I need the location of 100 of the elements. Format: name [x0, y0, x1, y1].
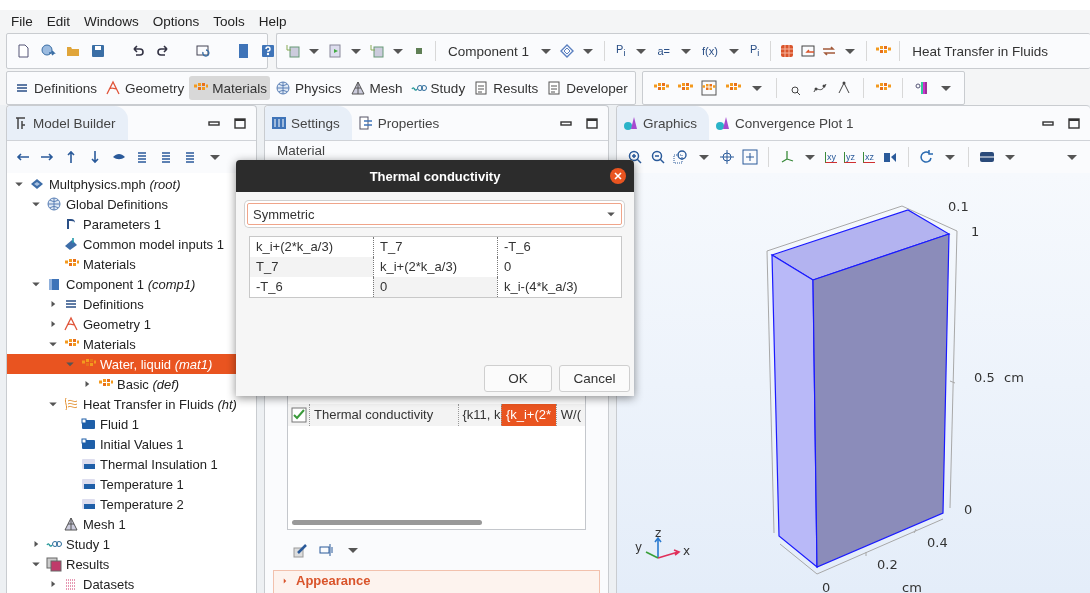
ribbon-tab[interactable]: Developer — [543, 76, 631, 100]
menu-item[interactable]: Tools — [206, 13, 252, 29]
matrix-cell[interactable]: T_7 — [250, 257, 373, 277]
table-cell[interactable]: {k_i+(2* — [500, 404, 556, 426]
type-dropdown[interactable]: Symmetric — [247, 203, 622, 225]
results-icon — [46, 556, 62, 572]
tree-item[interactable]: Thermal Insulation 1 — [7, 454, 256, 474]
menu-item[interactable]: Edit — [39, 13, 78, 29]
panel-tab[interactable]: Graphics — [617, 106, 710, 140]
matrix-cell[interactable]: -T_6 — [497, 237, 621, 257]
maximize-icon[interactable] — [1066, 115, 1082, 131]
tree-item[interactable]: Datasets — [7, 574, 256, 593]
tree-item[interactable]: Results — [7, 554, 256, 574]
node-icon[interactable] — [285, 43, 301, 59]
definition-button[interactable]: P$_{i}$ — [613, 43, 629, 59]
tree-item[interactable]: Mesh 1 — [7, 514, 256, 534]
tree-item[interactable]: Initial Values 1 — [7, 434, 256, 454]
boundary-icon — [80, 476, 96, 492]
ribbon-tab[interactable]: Mesh — [346, 76, 406, 100]
ribbon-tab[interactable]: Definitions — [11, 76, 101, 100]
ribbon-tab[interactable]: Results — [470, 76, 542, 100]
maximize-icon[interactable] — [584, 115, 600, 131]
component-button[interactable]: Component 1 — [444, 43, 534, 59]
tree-item[interactable]: Temperature 2 — [7, 494, 256, 514]
menu-item[interactable]: File — [4, 13, 40, 29]
node-play-icon[interactable] — [327, 43, 343, 59]
axis-label: 0 — [964, 502, 973, 517]
zoom-out-icon[interactable] — [650, 149, 666, 165]
definition-button[interactable]: f(x) — [699, 45, 721, 57]
redo-icon[interactable] — [155, 43, 171, 59]
undo-icon[interactable] — [130, 43, 146, 59]
menu-item[interactable]: Help — [251, 13, 294, 29]
material-box-icon[interactable] — [700, 80, 717, 96]
maximize-icon[interactable] — [232, 115, 248, 131]
window-refresh-icon[interactable] — [195, 43, 211, 59]
ribbon-tab[interactable]: Geometry — [102, 76, 188, 100]
matrix-cell[interactable]: 0 — [497, 257, 621, 277]
color-bars-icon[interactable] — [913, 80, 930, 96]
panel-tab[interactable]: Model Builder — [7, 106, 128, 140]
geometry-icon — [63, 316, 79, 332]
help-icon[interactable] — [260, 43, 276, 59]
definition-button[interactable]: P$_{i}$ — [746, 43, 763, 59]
tree-item[interactable]: Multphysics.mph (root) — [7, 174, 256, 194]
definition-button[interactable]: a= — [654, 45, 673, 57]
section-header[interactable]: Appearance — [273, 570, 600, 593]
panel-tab[interactable]: Settings — [265, 106, 352, 140]
axis-label: z — [655, 526, 662, 540]
columns-icon[interactable] — [319, 542, 335, 558]
tree-item[interactable]: Definitions — [7, 294, 256, 314]
fit-icon[interactable] — [742, 149, 758, 165]
ribbon-tab[interactable]: Study — [407, 76, 469, 100]
axis-label: cm — [902, 580, 922, 593]
axis-label: cm — [1004, 370, 1024, 385]
view-button[interactable]: xz — [863, 151, 875, 163]
tree-item[interactable]: Geometry 1 — [7, 314, 256, 334]
checkbox[interactable] — [290, 407, 307, 423]
new-file-icon[interactable] — [15, 43, 31, 59]
zoom-in-icon[interactable] — [627, 149, 643, 165]
table-cell: W/( — [555, 404, 585, 426]
ribbon-tab[interactable]: Physics — [272, 76, 345, 100]
panel-tab[interactable]: Properties — [351, 106, 452, 140]
boundary-icon — [80, 496, 96, 512]
cancel-button[interactable]: Cancel — [559, 365, 630, 392]
menu-item[interactable]: Windows — [77, 13, 146, 29]
tree-item[interactable]: Basic (def) — [7, 374, 256, 394]
display-icon[interactable] — [979, 149, 995, 165]
close-icon[interactable] — [610, 168, 626, 184]
axis-label: y — [635, 540, 643, 554]
view-button[interactable]: yz — [844, 151, 856, 163]
tree-item[interactable]: Temperature 1 — [7, 474, 256, 494]
matrix-cell[interactable]: T_7 — [373, 237, 497, 257]
globe-icon — [46, 196, 62, 212]
zoom-box-icon[interactable] — [673, 149, 689, 165]
tree-item[interactable]: Study 1 — [7, 534, 256, 554]
physics-button[interactable]: Heat Transfer in Fluids — [908, 43, 1053, 59]
crosshair-icon[interactable] — [719, 149, 735, 165]
matrix-cell[interactable]: k_i-(4*k_a/3) — [497, 277, 621, 297]
matrix-cell[interactable]: 0 — [373, 277, 497, 297]
view-button[interactable]: xy — [825, 151, 837, 163]
domain-icon — [80, 416, 96, 432]
tree-item[interactable]: Heat Transfer in Fluids (ht) — [7, 394, 256, 414]
ok-button[interactable]: OK — [484, 365, 552, 392]
node-icon[interactable] — [369, 43, 385, 59]
edit-icon[interactable] — [293, 542, 309, 558]
menu-item[interactable]: Options — [145, 13, 207, 29]
component-icon — [46, 276, 62, 292]
inputs-icon — [63, 236, 79, 252]
rotate-icon[interactable] — [919, 149, 935, 165]
globe-icon[interactable] — [40, 43, 56, 59]
axis-triad-drawing — [645, 536, 681, 559]
tree-item[interactable]: Fluid 1 — [7, 414, 256, 434]
axes-icon[interactable] — [779, 149, 795, 165]
tree-item[interactable]: Materials — [7, 334, 256, 354]
grid-icon[interactable] — [779, 43, 796, 59]
scrollbar[interactable] — [292, 520, 482, 525]
save-icon[interactable] — [90, 43, 106, 59]
diamond-icon[interactable] — [559, 43, 576, 59]
panel-tab[interactable]: Convergence Plot 1 — [709, 106, 866, 140]
ribbon-tab[interactable]: Materials — [189, 76, 271, 100]
domain-icon — [80, 436, 96, 452]
